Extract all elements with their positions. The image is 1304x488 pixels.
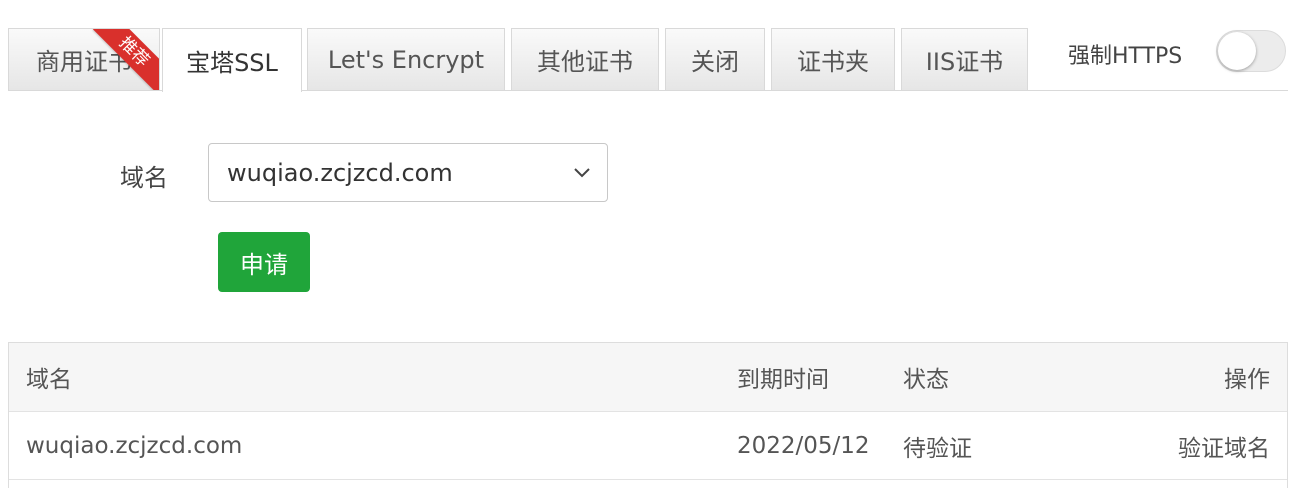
tab-bt-ssl[interactable]: 宝塔SSL xyxy=(162,28,302,92)
domain-select[interactable]: wuqiao.zcjzcd.com xyxy=(208,143,608,202)
domain-select-value: wuqiao.zcjzcd.com xyxy=(227,158,453,187)
domain-field-label: 域名 xyxy=(120,164,168,192)
tab-lets-encrypt[interactable]: Let's Encrypt xyxy=(307,28,505,90)
header-domain: 域名 xyxy=(26,367,72,393)
tab-label: 宝塔SSL xyxy=(186,49,278,77)
tab-label: IIS证书 xyxy=(925,48,1004,76)
force-https-toggle[interactable] xyxy=(1216,30,1286,72)
table-row: wuqiao.zcjzcd.com 2022/05/12 待验证 验证域名 xyxy=(9,412,1287,480)
tab-other-cert[interactable]: 其他证书 xyxy=(511,28,659,90)
tab-close[interactable]: 关闭 xyxy=(665,28,765,90)
verify-domain-link[interactable]: 验证域名 xyxy=(1178,412,1270,479)
cert-table: 域名 到期时间 状态 操作 wuqiao.zcjzcd.com 2022/05/… xyxy=(8,342,1288,488)
force-https-label: 强制HTTPS xyxy=(1068,44,1183,69)
tab-cert-folder[interactable]: 证书夹 xyxy=(771,28,895,90)
tab-label: 证书夹 xyxy=(797,48,869,76)
apply-button[interactable]: 申请 xyxy=(218,232,310,292)
header-status: 状态 xyxy=(903,367,949,393)
tab-label: Let's Encrypt xyxy=(327,45,485,74)
row-expire: 2022/05/12 xyxy=(737,432,870,459)
toggle-knob xyxy=(1218,32,1256,70)
header-expire: 到期时间 xyxy=(737,367,829,393)
tab-label: 其他证书 xyxy=(537,48,633,76)
tab-commercial-cert[interactable]: 商用证书 推荐 xyxy=(8,28,160,90)
header-action: 操作 xyxy=(1224,367,1270,393)
tab-iis-cert[interactable]: IIS证书 xyxy=(901,28,1028,90)
table-header: 域名 到期时间 状态 操作 xyxy=(9,343,1287,412)
row-domain: wuqiao.zcjzcd.com xyxy=(26,432,243,459)
row-status: 待验证 xyxy=(903,435,972,462)
tab-label: 关闭 xyxy=(691,48,739,76)
chevron-down-icon xyxy=(574,168,590,178)
